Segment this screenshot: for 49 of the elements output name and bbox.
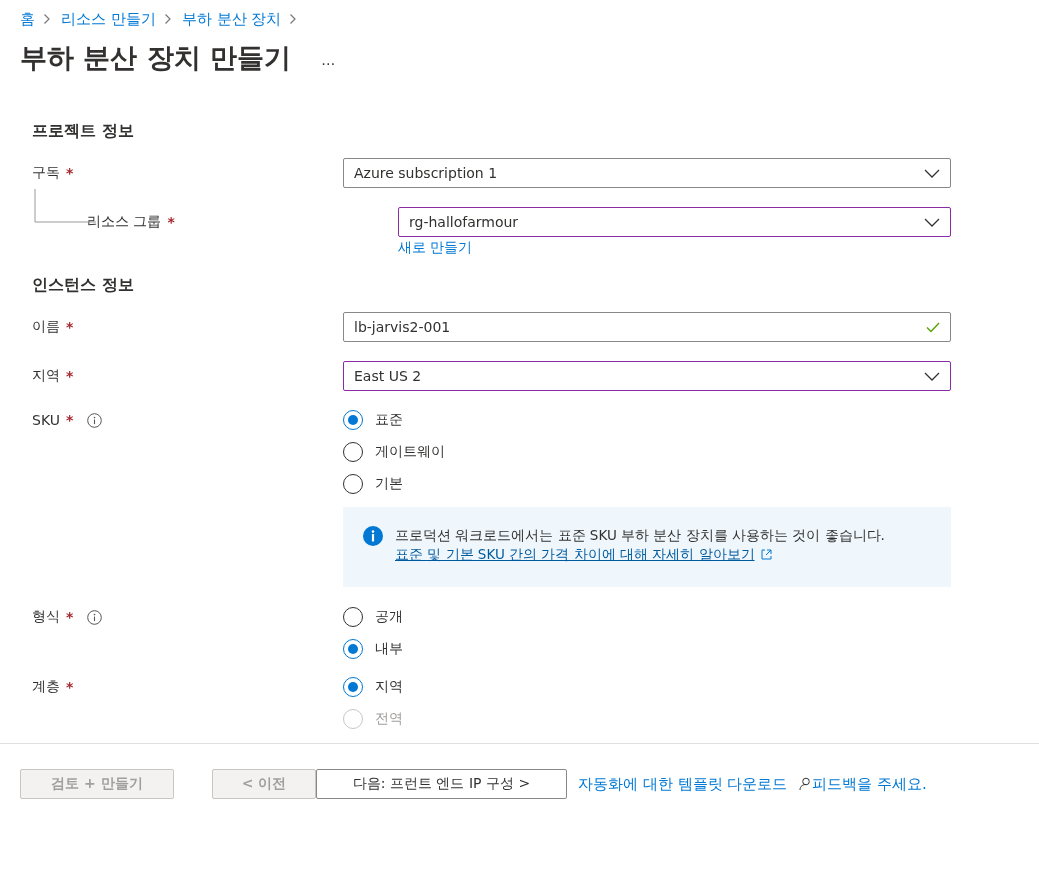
field-label: 이름 [32, 318, 60, 336]
chevron-down-icon [924, 217, 940, 227]
info-icon[interactable] [87, 412, 103, 428]
info-icon[interactable] [87, 609, 103, 625]
field-label: SKU [32, 412, 60, 428]
radio-label: 지역 [375, 678, 403, 696]
more-button[interactable]: … [321, 52, 336, 68]
radio-label: 전역 [375, 710, 403, 728]
section-heading: 프로젝트 정보 [32, 120, 135, 142]
breadcrumb-link[interactable]: 홈 [20, 9, 35, 29]
field-label: 형식 [32, 608, 60, 626]
required-mark: * [66, 609, 74, 625]
section-heading: 인스턴스 정보 [32, 274, 135, 296]
radio-label: 기본 [375, 475, 403, 493]
field-label: 계층 [32, 678, 60, 696]
info-icon [363, 526, 383, 546]
required-mark: * [66, 368, 74, 384]
dropdown[interactable]: Azure subscription 1 [343, 158, 951, 188]
person-feedback-icon[interactable] [799, 777, 813, 791]
field-label: 지역 [32, 367, 60, 385]
radio-label: 내부 [375, 640, 403, 658]
dropdown[interactable]: rg-hallofarmour [398, 207, 951, 237]
field-label: 구독 [32, 164, 60, 182]
required-mark: * [167, 214, 175, 230]
field-label: 리소스 그룹 [87, 213, 162, 231]
input-field[interactable]: lb-jarvis2-001 [343, 312, 951, 342]
chevron-icon [43, 13, 51, 25]
breadcrumb-link[interactable]: 부하 분산 장치 [181, 9, 282, 29]
required-mark: * [66, 319, 74, 335]
chevron-icon [289, 13, 298, 25]
template-download-link[interactable]: 자동화에 대한 템플릿 다운로드 [578, 774, 788, 794]
feedback-link[interactable]: 피드백을 주세요. [812, 774, 927, 794]
breadcrumb-link[interactable]: 리소스 만들기 [61, 9, 156, 29]
dropdown[interactable]: East US 2 [343, 361, 951, 391]
create-new-link[interactable]: 새로 만들기 [398, 239, 951, 255]
page-title: 부하 분산 장치 만들기 [20, 41, 292, 75]
external-link-icon [760, 549, 772, 560]
footer-button[interactable]: 다음: 프런트 엔드 IP 구성 > [316, 769, 567, 799]
notice-text: 프로덕션 워크로드에서는 표준 SKU 부하 분산 장치를 사용하는 것이 좋습니다. [395, 526, 885, 545]
required-mark: * [66, 679, 74, 695]
chevron-down-icon [924, 168, 940, 178]
radio-label: 게이트웨이 [375, 443, 445, 461]
chevron-down-icon [924, 371, 940, 381]
required-mark: * [66, 165, 74, 181]
chevron-icon [163, 13, 172, 25]
radio-label: 표준 [375, 411, 403, 429]
required-mark: * [65, 412, 74, 428]
radio-label: 공개 [375, 608, 403, 626]
learn-more-link[interactable]: 표준 및 기본 SKU 간의 가격 차이에 대해 자세히 알아보기 [395, 545, 755, 564]
